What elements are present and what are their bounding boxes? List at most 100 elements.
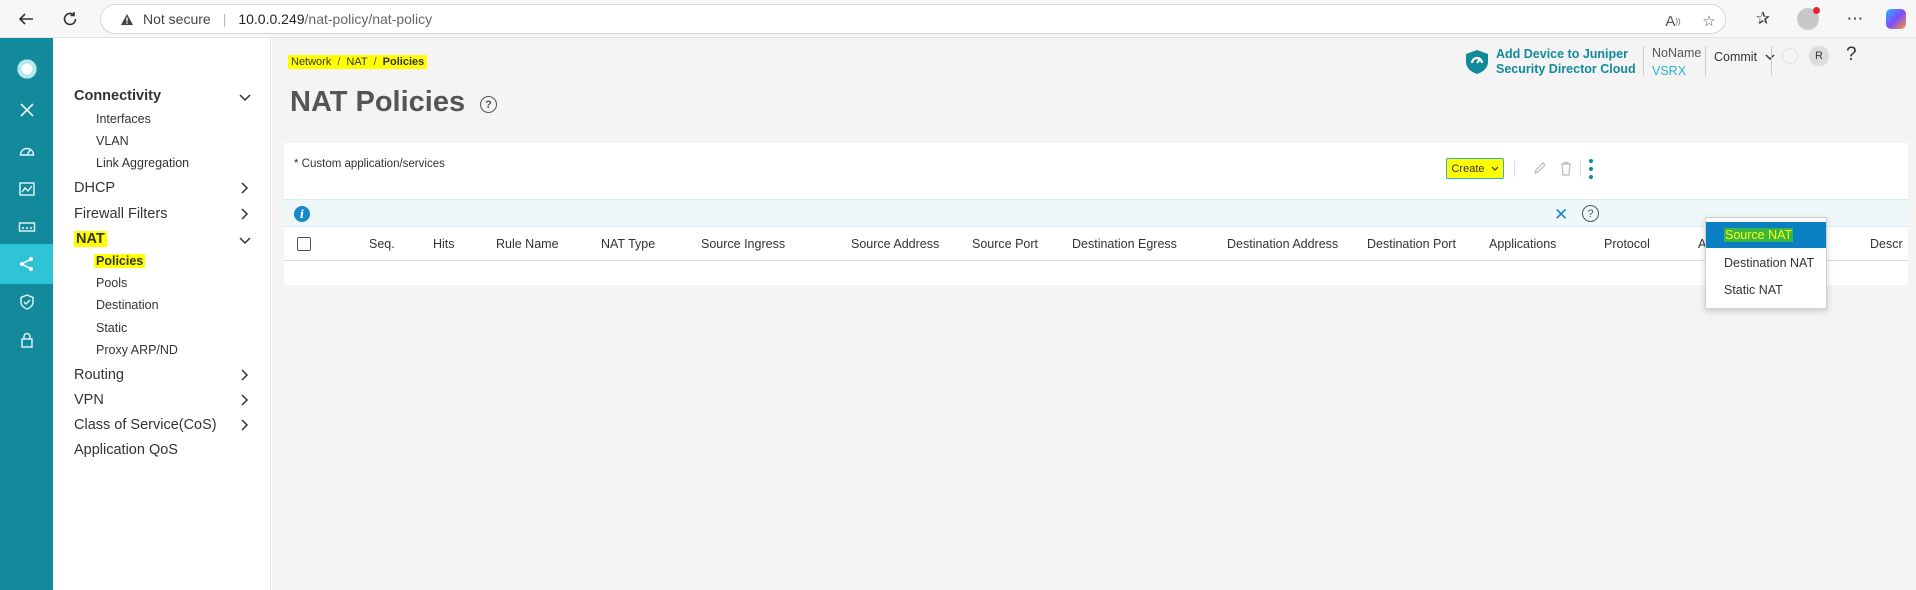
select-all-checkbox[interactable] — [297, 237, 311, 251]
header-divider — [1643, 46, 1644, 76]
copilot-icon[interactable] — [1885, 8, 1907, 30]
chevron-right-icon[interactable] — [238, 368, 252, 382]
custom-services-note: * Custom application/services — [294, 158, 445, 170]
nav-group-nat[interactable]: NAT — [74, 231, 107, 247]
column-nat-type[interactable]: NAT Type — [601, 237, 655, 251]
nav-group-cos[interactable]: Class of Service(CoS) — [74, 417, 217, 433]
menu-item-source-nat[interactable]: Source NAT — [1706, 222, 1826, 248]
commit-label: Commit — [1714, 50, 1758, 64]
column-seq[interactable]: Seq. — [369, 237, 395, 251]
browser-toolbar: Not secure | 10.0.0.249 /nat-policy/nat-… — [0, 0, 1916, 38]
header-divider — [1771, 46, 1772, 76]
app-logo-icon — [12, 54, 42, 84]
nav-item-vlan[interactable]: VLAN — [96, 134, 129, 148]
breadcrumb: Network / NAT / Policies — [288, 55, 428, 69]
create-dropdown-menu: Source NAT Destination NAT Static NAT — [1705, 217, 1827, 309]
nav-item-interfaces[interactable]: Interfaces — [96, 112, 151, 126]
icon-rail — [0, 38, 53, 590]
lock-icon[interactable] — [0, 320, 53, 360]
chevron-right-icon[interactable] — [238, 418, 252, 432]
warning-triangle-icon — [119, 11, 135, 27]
commit-button[interactable]: Commit — [1714, 50, 1775, 64]
help-icon[interactable]: ? — [1582, 205, 1599, 222]
chevron-right-icon[interactable] — [238, 393, 252, 407]
table-header-row: Seq. Hits Rule Name NAT Type Source Ingr… — [284, 227, 1908, 261]
nav-item-destination[interactable]: Destination — [96, 298, 159, 312]
nav-group-connectivity[interactable]: Connectivity — [74, 88, 161, 104]
column-description-partial[interactable]: Descr — [1870, 237, 1903, 251]
chevron-down-icon[interactable] — [238, 234, 252, 248]
info-icon: i — [294, 206, 310, 222]
favorite-star-icon[interactable]: ☆ — [1699, 11, 1719, 31]
column-hits[interactable]: Hits — [433, 237, 455, 251]
nav-item-link-aggregation[interactable]: Link Aggregation — [96, 156, 189, 170]
nav-item-pools[interactable]: Pools — [96, 276, 127, 290]
profile-icon[interactable] — [1797, 7, 1820, 30]
main-content: Network / NAT / Policies NAT Policies ? Add … — [272, 38, 1916, 590]
chevron-right-icon[interactable] — [238, 207, 252, 221]
device-icon[interactable] — [0, 207, 53, 247]
nav-item-static[interactable]: Static — [96, 321, 127, 335]
add-device-link[interactable]: Add Device to Juniper Security Director … — [1496, 47, 1636, 77]
nav-item-proxy-arp-nd[interactable]: Proxy ARP/ND — [96, 343, 178, 357]
policies-card: * Custom application/services Create i ✕… — [284, 143, 1908, 285]
nav-group-firewall-filters[interactable]: Firewall Filters — [74, 206, 167, 222]
nav-group-vpn[interactable]: VPN — [74, 392, 104, 408]
security-shield-icon[interactable] — [0, 282, 53, 322]
chevron-down-icon — [1765, 54, 1775, 60]
back-arrow-icon[interactable] — [14, 7, 38, 31]
breadcrumb-nat[interactable]: NAT — [346, 56, 367, 68]
chevron-down-icon[interactable] — [238, 91, 252, 105]
toolbar-divider — [1514, 161, 1515, 177]
address-bar[interactable]: Not secure | 10.0.0.249 /nat-policy/nat-… — [100, 4, 1726, 34]
monitor-chart-icon[interactable] — [0, 169, 53, 209]
notification-icon[interactable] — [1782, 48, 1798, 64]
page-title: NAT Policies — [290, 86, 466, 118]
column-destination-address[interactable]: Destination Address — [1227, 237, 1338, 251]
column-source-port[interactable]: Source Port — [972, 237, 1038, 251]
column-destination-port[interactable]: Destination Port — [1367, 237, 1456, 251]
menu-item-destination-nat[interactable]: Destination NAT — [1706, 250, 1826, 276]
more-vertical-icon[interactable] — [1586, 159, 1596, 179]
help-icon[interactable]: ? — [480, 96, 497, 113]
create-button[interactable]: Create — [1446, 158, 1504, 179]
header-divider — [1705, 46, 1706, 76]
delete-trash-icon[interactable] — [1556, 158, 1576, 178]
column-rule-name[interactable]: Rule Name — [496, 237, 559, 251]
address-separator: | — [222, 11, 227, 27]
breadcrumb-policies: Policies — [382, 56, 425, 68]
column-destination-egress[interactable]: Destination Egress — [1072, 237, 1177, 251]
nav-group-routing[interactable]: Routing — [74, 367, 124, 383]
menu-item-source-nat-label: Source NAT — [1724, 228, 1794, 242]
nav-group-application-qos[interactable]: Application QoS — [74, 442, 178, 458]
dashboard-gauge-icon[interactable] — [0, 131, 53, 171]
close-icon[interactable]: ✕ — [1554, 205, 1568, 225]
column-source-ingress[interactable]: Source Ingress — [701, 237, 785, 251]
security-director-cloud-icon[interactable] — [1463, 48, 1491, 76]
edit-pencil-icon[interactable] — [1530, 158, 1550, 178]
toolbar-divider — [1580, 161, 1581, 177]
add-device-line2: Security Director Cloud — [1496, 62, 1636, 76]
nav-group-nat-label: NAT — [74, 231, 107, 247]
device-model: VSRX — [1652, 64, 1687, 78]
close-icon[interactable] — [0, 90, 53, 130]
read-aloud-icon[interactable]: A)) — [1663, 11, 1683, 31]
breadcrumb-network[interactable]: Network — [291, 56, 331, 68]
menu-item-static-nat[interactable]: Static NAT — [1706, 277, 1826, 303]
more-options-icon[interactable]: ⋯ — [1844, 8, 1866, 30]
network-share-icon[interactable] — [0, 244, 53, 284]
nav-item-policies[interactable]: Policies — [94, 254, 146, 268]
url-path: /nat-policy/nat-policy — [304, 11, 433, 27]
refresh-icon[interactable] — [58, 7, 82, 31]
nav-group-dhcp[interactable]: DHCP — [74, 180, 115, 196]
column-source-address[interactable]: Source Address — [851, 237, 939, 251]
help-question-icon[interactable]: ? — [1846, 44, 1857, 66]
info-banner: i ✕ ? — [284, 199, 1908, 227]
chevron-right-icon[interactable] — [238, 181, 252, 195]
chevron-down-icon — [1491, 166, 1498, 171]
user-avatar[interactable]: R — [1809, 46, 1829, 66]
column-protocol[interactable]: Protocol — [1604, 237, 1650, 251]
favorites-list-icon[interactable]: ✰ — [1752, 8, 1774, 30]
side-navigation: Connectivity Interfaces VLAN Link Aggreg… — [53, 38, 271, 590]
column-applications[interactable]: Applications — [1489, 237, 1556, 251]
